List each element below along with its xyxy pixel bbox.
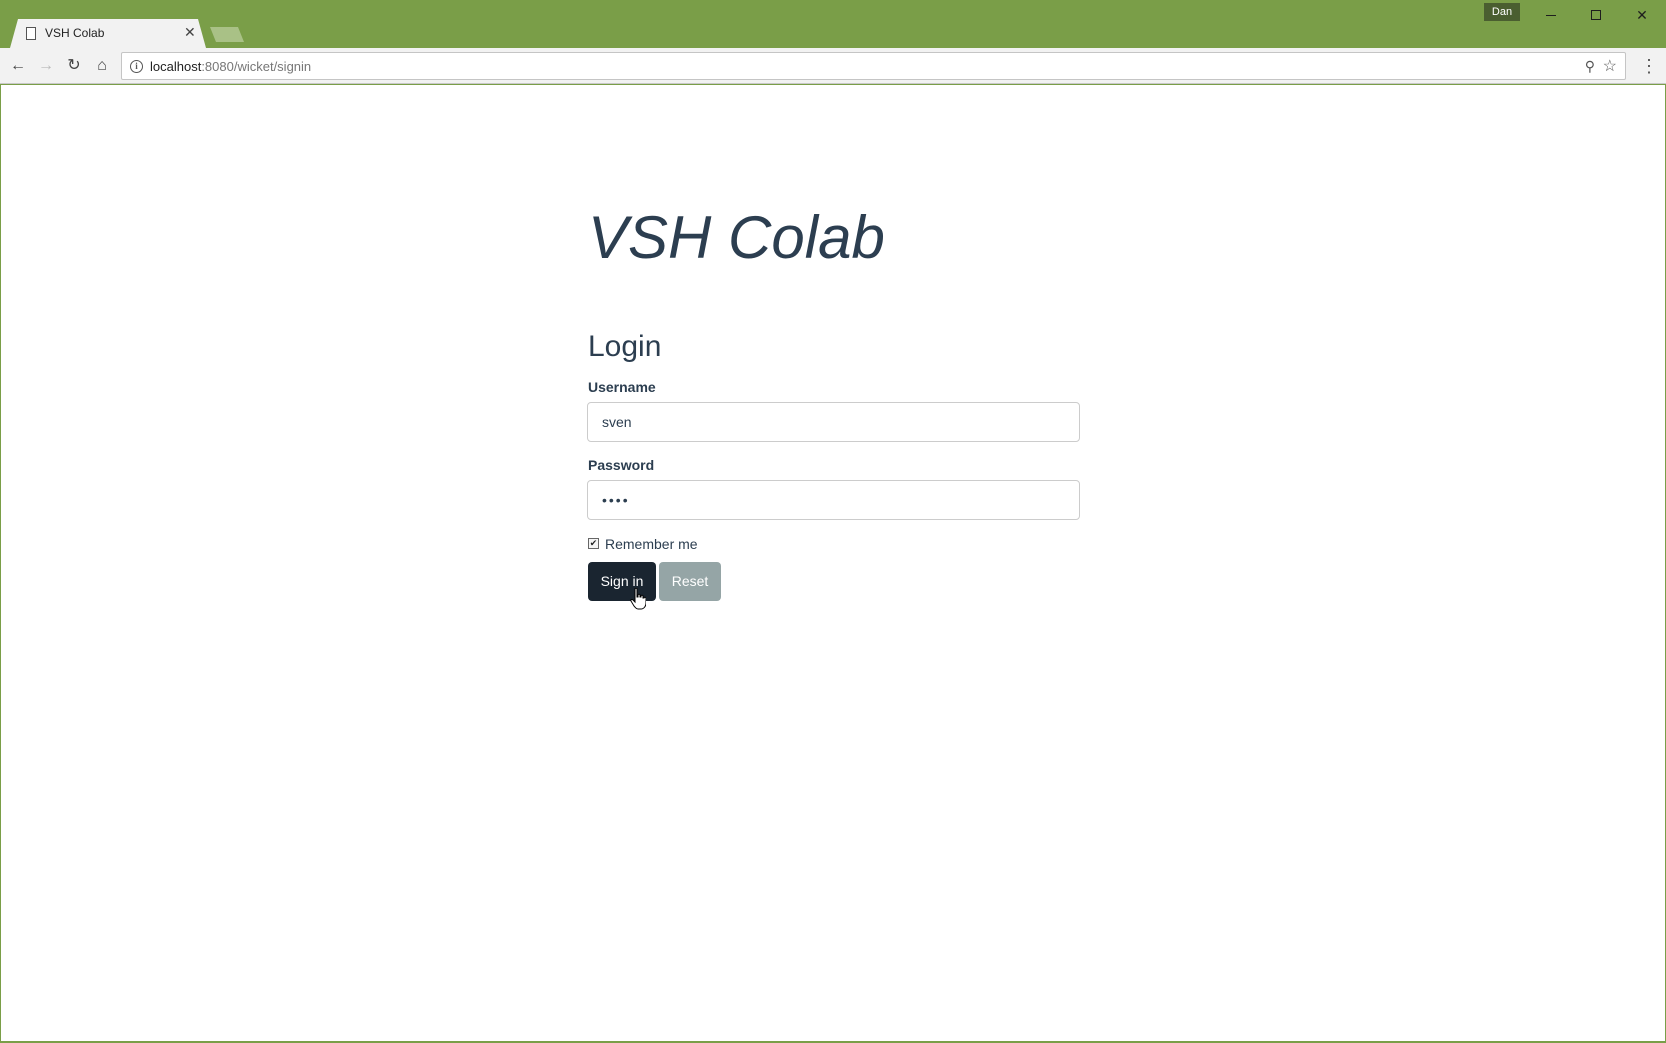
info-icon[interactable]: i [130,60,143,73]
browser-toolbar: ← → ↻ ⌂ i localhost:8080/wicket/signin ⚲… [0,48,1666,84]
page-viewport: VSH Colab Login Username Password ✔ Remem… [1,85,1665,1041]
back-icon[interactable]: ← [8,56,28,76]
close-icon[interactable]: ✕ [1619,4,1665,26]
tab-title: VSH Colab [45,26,105,40]
home-icon[interactable]: ⌂ [92,56,112,76]
tab-strip: VSH Colab ✕ Dan ✕ [0,0,1666,48]
address-bar[interactable]: i localhost:8080/wicket/signin ⚲ ☆ [121,52,1626,80]
hand-cursor-icon [630,588,646,610]
browser-window: VSH Colab ✕ Dan ✕ ← → ↻ ⌂ i localhost:80… [0,0,1666,1043]
tab-vsh-colab[interactable] [10,19,206,48]
forward-icon[interactable]: → [36,56,56,76]
reload-icon[interactable]: ↻ [64,56,84,76]
new-tab-button[interactable] [210,27,244,42]
url-text[interactable]: localhost:8080/wicket/signin [150,59,311,74]
page-icon [26,27,36,40]
maximize-icon[interactable] [1573,4,1619,26]
bookmark-star-icon[interactable]: ☆ [1603,56,1617,76]
username-label: Username [588,379,656,395]
tab-close-icon[interactable]: ✕ [184,24,196,40]
remember-me[interactable]: ✔ Remember me [588,536,698,552]
brand-title: VSH Colab [588,204,885,271]
username-input[interactable] [587,402,1080,442]
profile-badge[interactable]: Dan [1484,3,1520,21]
url-path: :8080/wicket/signin [201,59,312,74]
url-host: localhost [150,59,202,74]
password-input[interactable] [587,480,1080,520]
minimize-icon[interactable] [1528,4,1574,26]
browser-menu-icon[interactable]: ⋮ [1640,54,1658,78]
remember-me-checkbox[interactable]: ✔ [588,538,599,550]
remember-me-label: Remember me [605,536,698,552]
reset-button[interactable]: Reset [659,562,721,601]
zoom-icon[interactable]: ⚲ [1585,58,1595,75]
login-heading: Login [588,330,662,363]
password-label: Password [588,457,655,473]
